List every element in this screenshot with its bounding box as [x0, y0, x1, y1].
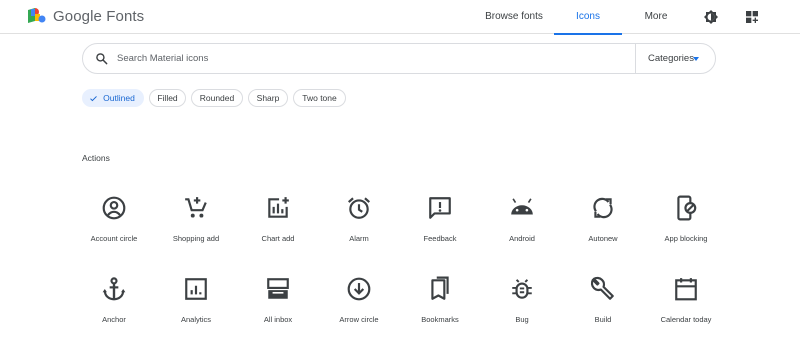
icon-tile-bug[interactable]: Bug: [481, 276, 563, 342]
icon-tile-bookmarks[interactable]: Bookmarks: [399, 276, 481, 342]
search-input[interactable]: [117, 49, 627, 68]
icon-tile-arrow-circle[interactable]: Arrow circle: [318, 276, 400, 342]
icon-label: Chart add: [261, 234, 295, 243]
section-title: Actions: [82, 153, 110, 163]
nav-browse-fonts[interactable]: Browse fonts: [475, 0, 553, 34]
icon-label: Autonew: [588, 234, 618, 243]
icon-tile-shopping-add[interactable]: Shopping add: [155, 195, 237, 261]
categories-label: Categories: [648, 53, 694, 64]
build-icon: [590, 276, 614, 300]
icon-tile-autonew[interactable]: Autonew: [562, 195, 644, 261]
categories-dropdown[interactable]: Categories: [636, 44, 716, 73]
account-circle-icon: [102, 196, 126, 220]
icon-label: Anchor: [102, 315, 126, 324]
feedback-icon: [429, 197, 451, 219]
icon-tile-all-inbox[interactable]: All inbox: [237, 276, 319, 342]
icon-tile-alarm[interactable]: Alarm: [318, 195, 400, 261]
icon-tile-chart-add[interactable]: Chart add: [237, 195, 319, 261]
icon-label: Analytics: [180, 315, 211, 324]
icon-label: App blocking: [664, 234, 708, 243]
bookmarks-icon: [431, 276, 449, 300]
all-inbox-icon: [267, 278, 289, 299]
search-bar: Categories: [82, 43, 716, 74]
shopping-add-icon: [185, 197, 207, 218]
chart-add-icon: [268, 197, 289, 218]
icon-tile-analytics[interactable]: Analytics: [155, 276, 237, 342]
google-fonts-logo[interactable]: [28, 8, 46, 24]
icon-tile-android[interactable]: Android: [481, 195, 563, 261]
nav-icons[interactable]: Icons: [554, 0, 622, 35]
dropdown-caret-icon: [693, 57, 699, 61]
bug-icon: [512, 279, 532, 299]
icon-label: Bug: [515, 315, 529, 324]
nav-more[interactable]: More: [624, 0, 688, 34]
arrow-circle-icon: [347, 277, 371, 301]
chip-outlined[interactable]: Outlined: [82, 89, 144, 107]
icon-label: Android: [509, 234, 535, 243]
android-icon: [511, 198, 533, 215]
chip-sharp[interactable]: Sharp: [248, 89, 288, 107]
calendar-today-icon: [675, 278, 697, 301]
alarm-icon: [347, 197, 371, 219]
anchor-icon: [102, 277, 126, 301]
chip-label: Rounded: [199, 93, 235, 103]
icon-tile-build[interactable]: Build: [562, 276, 644, 342]
chip-label: Two tone: [302, 93, 337, 103]
icon-label: Build: [594, 315, 612, 324]
icon-label: Alarm: [349, 234, 369, 243]
chip-label: Sharp: [256, 93, 280, 103]
brand-name[interactable]: Google Fonts: [53, 8, 144, 25]
icon-tile-feedback[interactable]: Feedback: [399, 195, 481, 261]
theme-toggle-icon[interactable]: [703, 9, 719, 25]
check-icon: [90, 96, 97, 102]
search-icon: [96, 53, 108, 65]
icon-label: Account circle: [90, 234, 138, 243]
icon-label: Bookmarks: [421, 315, 459, 324]
chip-two-tone[interactable]: Two tone: [293, 89, 346, 107]
icon-label: Feedback: [423, 234, 457, 243]
icon-tile-calendar-today[interactable]: Calendar today: [645, 276, 727, 342]
analytics-icon: [185, 278, 207, 300]
icon-tile-anchor[interactable]: Anchor: [73, 276, 155, 342]
autonew-icon: [593, 197, 613, 219]
chip-filled[interactable]: Filled: [149, 89, 186, 107]
icon-label: Arrow circle: [339, 315, 379, 324]
app-blocking-icon: [677, 195, 697, 221]
chip-label: Filled: [157, 93, 178, 103]
apps-grid-icon[interactable]: [744, 9, 760, 25]
icon-label: Shopping add: [172, 234, 220, 243]
chip-rounded[interactable]: Rounded: [191, 89, 243, 107]
icon-label: Calendar today: [660, 315, 712, 324]
icon-tile-app-blocking[interactable]: App blocking: [645, 195, 727, 261]
top-app-bar: Google Fonts Browse fonts Icons More: [0, 0, 800, 35]
icon-tile-account-circle[interactable]: Account circle: [73, 195, 155, 261]
icon-label: All inbox: [263, 315, 293, 324]
